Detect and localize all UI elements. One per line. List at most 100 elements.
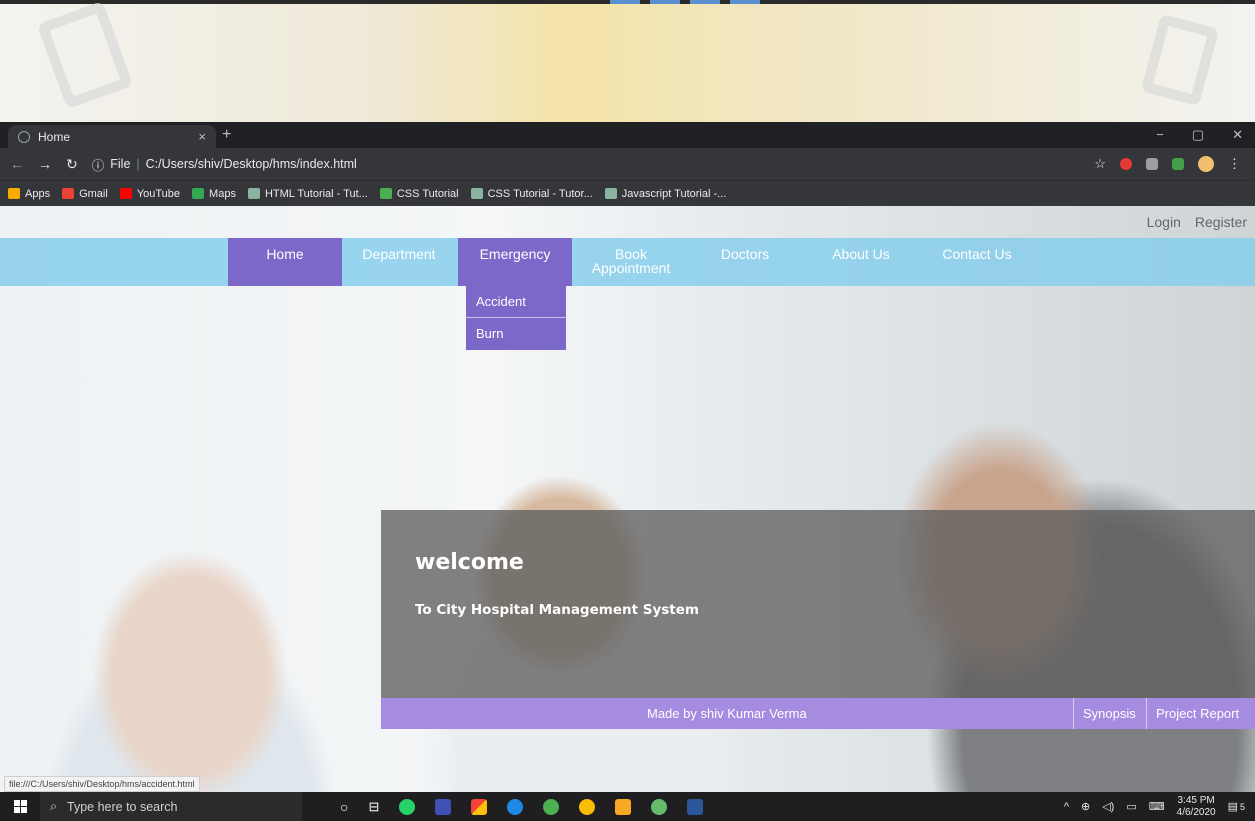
footer-credit: Made by shiv Kumar Verma [647, 706, 807, 721]
bookmark-css-tutorial[interactable]: CSS Tutorial [379, 188, 459, 200]
keyboard-icon[interactable]: ⌨ [1149, 800, 1165, 813]
nav-doctors[interactable]: Doctors [688, 238, 802, 286]
site-icon [247, 188, 260, 199]
taskbar-search-box[interactable]: ⌕ Type here to search [40, 792, 302, 821]
dropdown-item-accident[interactable]: Accident [466, 286, 566, 318]
gmail-icon [62, 188, 75, 199]
language-icon[interactable]: ⊕ [1081, 800, 1090, 813]
maximize-button[interactable]: ▢ [1192, 127, 1204, 143]
browser-tab-home[interactable]: Home × [8, 125, 216, 148]
system-tray: ^ ⊕ ◁) ▭ ⌨ 3:45 PM 4/6/2020 ▤ 5 [1064, 792, 1245, 821]
browser-chrome: Home × + − ▢ ✕ ← → ↻ ⓘ File | C:/Users/s… [0, 122, 1255, 206]
background-slide-strip [0, 0, 1255, 122]
close-tab-icon[interactable]: × [198, 129, 206, 144]
file-explorer-icon[interactable] [615, 798, 632, 815]
site-icon [604, 188, 617, 199]
nav-book-appointment[interactable]: Book Appointment [574, 238, 688, 286]
url-field[interactable]: ⓘ File | C:/Users/shiv/Desktop/hms/index… [92, 155, 357, 174]
search-icon: ⌕ [50, 799, 58, 813]
site-icon [470, 188, 483, 199]
main-navbar: Home Department Emergency Book Appointme… [0, 238, 1255, 286]
top-blue-tab [690, 0, 720, 4]
hospital-webpage: Login Register Home Department Emergency… [0, 206, 1255, 792]
bookmark-html-tutorial[interactable]: HTML Tutorial - Tut... [247, 188, 368, 200]
url-prefix: File [110, 157, 131, 171]
address-bar: ← → ↻ ⓘ File | C:/Users/shiv/Desktop/hms… [0, 148, 1255, 180]
taskbar-apps: ○ ⊟ [340, 798, 704, 815]
project-report-link[interactable]: Project Report [1146, 698, 1248, 729]
auth-links: Login Register [1147, 214, 1247, 230]
chevron-up-icon[interactable]: ^ [1064, 801, 1069, 813]
start-button[interactable] [0, 792, 40, 821]
bookmarks-bar: Apps Gmail YouTube Maps HTML Tutorial - … [0, 180, 1255, 206]
extensions-area: ☆ ⋮ [1094, 156, 1241, 172]
bookmark-maps[interactable]: Maps [192, 188, 236, 200]
chrome-icon[interactable] [579, 798, 596, 815]
word-icon[interactable] [687, 798, 704, 815]
bookmark-apps[interactable]: Apps [8, 188, 50, 200]
emergency-dropdown: Accident Burn [466, 286, 566, 350]
menu-dots-icon[interactable]: ⋮ [1228, 156, 1241, 172]
nav-department[interactable]: Department [342, 238, 456, 286]
top-blue-tab [610, 0, 640, 4]
close-window-button[interactable]: ✕ [1232, 127, 1243, 143]
notification-icon[interactable]: ▤ 5 [1228, 800, 1245, 813]
welcome-heading: welcome [415, 550, 524, 575]
reload-icon[interactable]: ↻ [66, 156, 78, 173]
windows-taskbar: ⌕ Type here to search ○ ⊟ ^ ⊕ ◁) ▭ ⌨ 3:4… [0, 792, 1255, 821]
task-view-icon[interactable]: ⊟ [368, 799, 379, 815]
watermark-shape [36, 0, 134, 110]
nav-contact-us[interactable]: Contact Us [920, 238, 1034, 286]
tab-bar: Home × + − ▢ ✕ [0, 122, 1255, 148]
cortana-icon[interactable]: ○ [340, 799, 348, 815]
synopsis-link[interactable]: Synopsis [1073, 698, 1145, 729]
clock-time: 3:45 PM [1177, 794, 1215, 806]
extension-icon[interactable] [1146, 158, 1158, 170]
minimize-button[interactable]: − [1156, 127, 1164, 143]
clock-date: 4/6/2020 [1176, 806, 1216, 818]
star-icon[interactable]: ☆ [1094, 156, 1106, 172]
site-icon [379, 188, 392, 199]
whatsapp-icon[interactable] [399, 798, 416, 815]
url-text: C:/Users/shiv/Desktop/hms/index.html [145, 157, 357, 171]
url-separator: | [136, 157, 140, 171]
battery-icon[interactable]: ▭ [1126, 800, 1136, 813]
office-icon[interactable] [471, 798, 488, 815]
notification-count: 5 [1239, 801, 1245, 812]
extension-icon[interactable] [1120, 158, 1132, 170]
extension-icon[interactable] [1172, 158, 1184, 170]
nav-emergency[interactable]: Emergency [458, 238, 572, 286]
globe-icon [18, 130, 30, 143]
info-icon[interactable]: ⓘ [92, 155, 105, 174]
register-link[interactable]: Register [1195, 214, 1247, 230]
apps-icon [8, 188, 20, 199]
back-arrow-icon[interactable]: ← [10, 156, 24, 172]
forward-arrow-icon[interactable]: → [38, 156, 52, 172]
browser-app-icon[interactable] [651, 798, 668, 815]
nav-book-line2: Appointment [591, 260, 671, 276]
nav-home[interactable]: Home [228, 238, 342, 286]
windows-logo-icon [13, 800, 27, 813]
bookmark-gmail[interactable]: Gmail [62, 188, 108, 200]
top-blue-tab [730, 0, 760, 4]
nav-about-us[interactable]: About Us [804, 238, 918, 286]
edge-icon[interactable] [507, 798, 524, 815]
clock[interactable]: 3:45 PM 4/6/2020 [1177, 795, 1216, 819]
maps-icon [192, 188, 205, 199]
youtube-icon [119, 188, 132, 199]
profile-avatar[interactable] [1198, 156, 1214, 172]
welcome-subtitle: To City Hospital Management System [415, 602, 699, 618]
dev-app-icon[interactable] [435, 798, 452, 815]
browser-app-icon[interactable] [543, 798, 560, 815]
footer-bar: Made by shiv Kumar Verma Synopsis Projec… [381, 698, 1255, 729]
bookmark-js-tutorial[interactable]: Javascript Tutorial -... [604, 188, 726, 200]
volume-icon[interactable]: ◁) [1102, 800, 1114, 813]
dropdown-item-burn[interactable]: Burn [466, 318, 566, 350]
bookmark-css-tutorial-2[interactable]: CSS Tutorial - Tutor... [470, 188, 593, 200]
login-link[interactable]: Login [1147, 214, 1181, 230]
new-tab-button[interactable]: + [222, 126, 231, 144]
watermark-shape [1140, 13, 1220, 107]
bookmark-youtube[interactable]: YouTube [119, 188, 180, 200]
window-controls: − ▢ ✕ [1156, 127, 1243, 143]
nav-book-line1: Book [615, 246, 647, 262]
